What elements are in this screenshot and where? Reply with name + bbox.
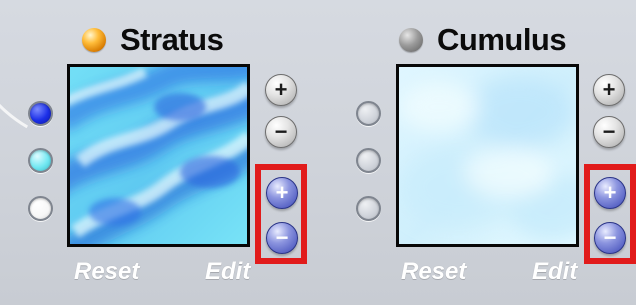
stratus-texture-preview[interactable] [67,64,250,247]
cumulus-title: Cumulus [437,22,567,57]
plus-icon: + [603,180,617,205]
minus-icon: − [603,225,617,250]
stratus-plus-button[interactable]: + [265,74,297,106]
cumulus-edit-button[interactable]: Edit [532,258,577,286]
cumulus-texture-image [399,67,576,244]
cloud-texture-editor: Stratus + − + − Reset Edit Cumulus + − +… [0,0,636,305]
cumulus-blue-minus-button[interactable]: − [594,222,626,254]
minus-icon: − [275,225,289,250]
cumulus-swatch-1[interactable] [356,101,381,126]
stratus-title: Stratus [120,22,224,57]
stratus-swatch-blue[interactable] [28,101,53,126]
stratus-minus-button[interactable]: − [265,116,297,148]
cumulus-header: Cumulus [399,22,567,58]
stratus-edit-button[interactable]: Edit [205,258,250,286]
stratus-blue-minus-button[interactable]: − [266,222,298,254]
stratus-swatch-cyan[interactable] [28,148,53,173]
stratus-blue-plus-button[interactable]: + [266,177,298,209]
stratus-reset-button[interactable]: Reset [74,258,139,286]
cumulus-plus-button[interactable]: + [593,74,625,106]
cumulus-minus-button[interactable]: − [593,116,625,148]
cumulus-reset-button[interactable]: Reset [401,258,466,286]
stratus-status-led-icon [82,28,106,52]
stratus-swatch-white[interactable] [28,196,53,221]
plus-icon: + [602,77,616,102]
minus-icon: − [274,119,288,144]
plus-icon: + [275,180,289,205]
plus-icon: + [274,77,288,102]
cumulus-blue-plus-button[interactable]: + [594,177,626,209]
minus-icon: − [602,119,616,144]
cumulus-texture-preview[interactable] [396,64,579,247]
cumulus-swatch-2[interactable] [356,148,381,173]
stratus-texture-image [70,67,247,244]
stratus-header: Stratus [82,22,224,58]
cumulus-status-led-icon [399,28,423,52]
cumulus-swatch-3[interactable] [356,196,381,221]
